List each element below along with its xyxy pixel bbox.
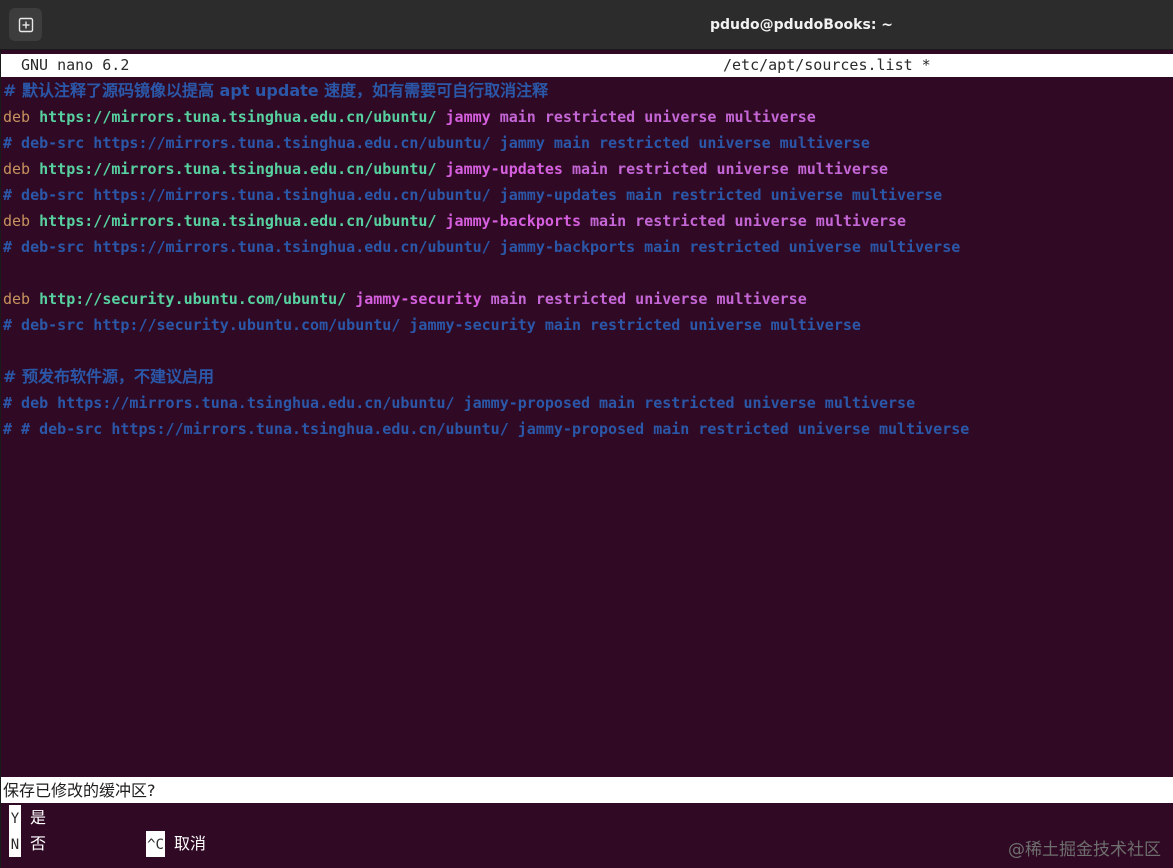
line-keyword: deb — [3, 108, 31, 126]
editor-line[interactable]: # deb-src https://mirrors.tuna.tsinghua.… — [3, 130, 969, 156]
option-label-yes[interactable]: 是 — [30, 805, 46, 831]
title-bar: pdudo@pdudoBooks: ~ — [0, 0, 1173, 50]
line-comment: # 预发布软件源，不建议启用 — [3, 367, 214, 386]
editor-line[interactable]: # deb https://mirrors.tuna.tsinghua.edu.… — [3, 390, 969, 416]
editor-line[interactable]: deb http://security.ubuntu.com/ubuntu/ j… — [3, 286, 969, 312]
line-components: main restricted universe multiverse — [590, 212, 907, 230]
editor-line[interactable]: # deb-src https://mirrors.tuna.tsinghua.… — [3, 182, 969, 208]
option-key-y[interactable]: Y — [9, 805, 21, 831]
option-label-no[interactable]: 否 — [30, 831, 46, 857]
editor-line[interactable]: deb https://mirrors.tuna.tsinghua.edu.cn… — [3, 104, 969, 130]
editor-content[interactable]: # 默认注释了源码镜像以提高 apt update 速度，如有需要可自行取消注释… — [3, 78, 969, 442]
editor-line[interactable]: # deb-src https://mirrors.tuna.tsinghua.… — [3, 234, 969, 260]
option-key-cancel[interactable]: ^C — [146, 831, 165, 857]
nano-version: GNU nano 6.2 — [21, 56, 130, 74]
line-distribution: jammy-backports — [445, 212, 581, 230]
line-components: main restricted universe multiverse — [490, 290, 807, 308]
line-comment: # deb https://mirrors.tuna.tsinghua.edu.… — [3, 394, 916, 412]
line-comment: # 默认注释了源码镜像以提高 apt update 速度，如有需要可自行取消注释 — [3, 81, 549, 100]
option-key-n[interactable]: N — [9, 831, 21, 857]
line-url: http://security.ubuntu.com/ubuntu/ — [39, 290, 347, 308]
line-components: main restricted universe multiverse — [571, 160, 889, 178]
line-url: https://mirrors.tuna.tsinghua.edu.cn/ubu… — [39, 160, 437, 178]
line-url: https://mirrors.tuna.tsinghua.edu.cn/ubu… — [39, 108, 437, 126]
nano-filename: /etc/apt/sources.list * — [723, 56, 931, 74]
save-prompt: 保存已修改的缓冲区? — [1, 777, 1173, 803]
line-keyword: deb — [3, 290, 31, 308]
line-comment: # # deb-src https://mirrors.tuna.tsinghu… — [3, 420, 970, 438]
line-comment: # deb-src http://security.ubuntu.com/ubu… — [3, 316, 861, 334]
editor-line[interactable]: # 预发布软件源，不建议启用 — [3, 364, 969, 390]
nano-header-bar: GNU nano 6.2 /etc/apt/sources.list * — [1, 54, 1173, 77]
line-comment: # deb-src https://mirrors.tuna.tsinghua.… — [3, 134, 870, 152]
line-distribution: jammy-security — [355, 290, 482, 308]
editor-line[interactable] — [3, 338, 969, 364]
line-distribution: jammy-updates — [445, 160, 563, 178]
option-label-cancel[interactable]: 取消 — [174, 831, 206, 857]
line-keyword: deb — [3, 212, 31, 230]
watermark: @稀土掘金技术社区 — [1008, 840, 1161, 860]
terminal-area[interactable]: GNU nano 6.2 /etc/apt/sources.list * # 默… — [0, 50, 1173, 868]
window-title: pdudo@pdudoBooks: ~ — [709, 17, 894, 33]
editor-line[interactable]: deb https://mirrors.tuna.tsinghua.edu.cn… — [3, 208, 969, 234]
line-comment: # deb-src https://mirrors.tuna.tsinghua.… — [3, 186, 943, 204]
editor-line[interactable]: # 默认注释了源码镜像以提高 apt update 速度，如有需要可自行取消注释 — [3, 78, 969, 104]
line-distribution: jammy — [445, 108, 491, 126]
editor-line[interactable]: deb https://mirrors.tuna.tsinghua.edu.cn… — [3, 156, 969, 182]
line-keyword: deb — [3, 160, 31, 178]
editor-line[interactable] — [3, 260, 969, 286]
line-components: main restricted universe multiverse — [499, 108, 816, 126]
line-comment: # deb-src https://mirrors.tuna.tsinghua.… — [3, 238, 961, 256]
editor-line[interactable]: # deb-src http://security.ubuntu.com/ubu… — [3, 312, 969, 338]
editor-line[interactable]: # # deb-src https://mirrors.tuna.tsinghu… — [3, 416, 969, 442]
line-url: https://mirrors.tuna.tsinghua.edu.cn/ubu… — [39, 212, 437, 230]
